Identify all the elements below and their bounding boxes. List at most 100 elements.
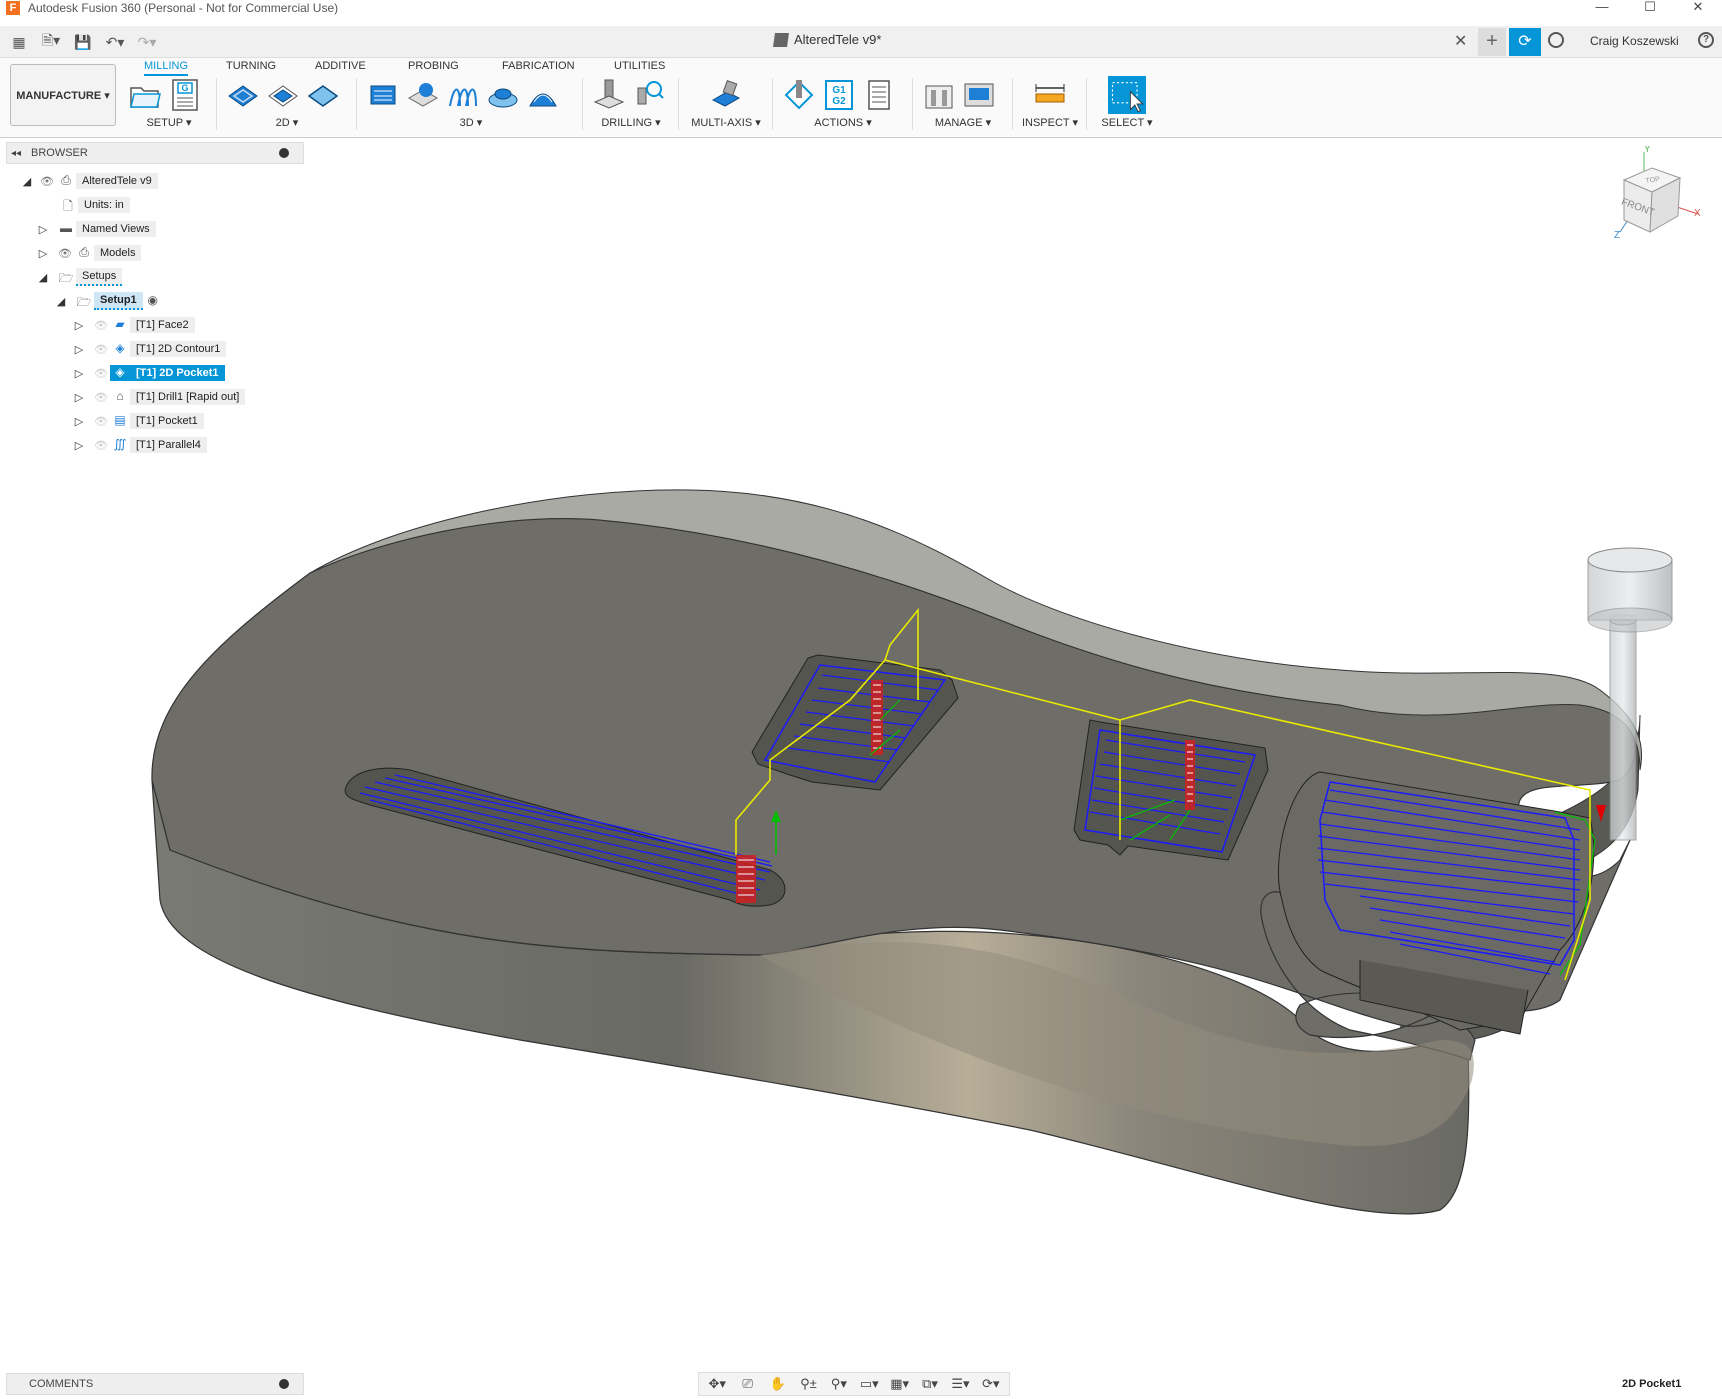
actions-group-label[interactable]: ACTIONS ▾: [778, 116, 908, 129]
tab-turning[interactable]: TURNING: [226, 60, 276, 72]
save-icon[interactable]: 💾: [70, 34, 96, 51]
3d-contour-icon[interactable]: [486, 78, 520, 112]
select-group-label[interactable]: SELECT ▾: [1092, 116, 1162, 129]
minimize-button[interactable]: —: [1578, 0, 1626, 16]
grid-settings-icon[interactable]: ▦▾: [887, 1376, 911, 1392]
user-account-name[interactable]: Craig Koszewski: [1590, 34, 1679, 48]
refresh-icon[interactable]: ⟳▾: [979, 1376, 1003, 1392]
browser-options-icon[interactable]: [279, 148, 289, 158]
viewports-icon[interactable]: ⧉▾: [918, 1376, 942, 1392]
tree-node-models[interactable]: ▷ 👁 ⎙ Models: [36, 243, 142, 263]
orbit-icon[interactable]: ✥▾: [705, 1376, 729, 1392]
expand-arrow-icon[interactable]: ◢: [20, 175, 34, 188]
3d-adaptive-icon[interactable]: [366, 78, 400, 112]
tree-node-named-views[interactable]: ▷ ▬ Named Views: [36, 219, 156, 239]
tab-milling[interactable]: MILLING: [144, 60, 189, 76]
zoom-window-icon[interactable]: ⚲▾: [827, 1376, 851, 1392]
tree-node-pocket1[interactable]: ▷ 👁 ▤ [T1] Pocket1: [72, 411, 204, 431]
tree-node-parallel4[interactable]: ▷ 👁 ∭ [T1] Parallel4: [72, 435, 207, 455]
machine-library-icon[interactable]: [962, 78, 996, 112]
2d-pocket-icon[interactable]: [266, 78, 300, 112]
look-at-icon[interactable]: ⎚: [735, 1376, 759, 1392]
3d-pocket-icon[interactable]: [406, 78, 440, 112]
post-process-icon[interactable]: G1G2: [822, 78, 856, 112]
help-icon[interactable]: ?: [1698, 32, 1714, 48]
add-comment-icon[interactable]: [279, 1379, 289, 1389]
zoom-icon[interactable]: ⚲±: [796, 1376, 820, 1392]
tree-node-drill1[interactable]: ▷ 👁 ⌂ [T1] Drill1 [Rapid out]: [72, 387, 246, 407]
close-tab-button[interactable]: ✕: [1454, 31, 1467, 51]
new-tab-button[interactable]: +: [1478, 28, 1506, 56]
setup-folder-icon[interactable]: [128, 78, 162, 112]
visibility-eye-icon[interactable]: 👁: [92, 391, 110, 404]
drill-icon[interactable]: [592, 78, 626, 112]
tree-node-2d-contour1[interactable]: ▷ 👁 ◈ [T1] 2D Contour1: [72, 339, 227, 359]
tab-fabrication[interactable]: FABRICATION: [502, 60, 575, 72]
expand-arrow-icon[interactable]: ▷: [72, 319, 86, 332]
hole-recognition-icon[interactable]: [632, 78, 666, 112]
2d-adaptive-icon[interactable]: [226, 78, 260, 112]
expand-arrow-icon[interactable]: ▷: [36, 223, 50, 236]
view-cube[interactable]: Y X Z TOP FRONT: [1600, 146, 1700, 246]
visibility-eye-icon[interactable]: 👁: [92, 319, 110, 332]
visibility-eye-icon[interactable]: 👁: [92, 439, 110, 452]
3d-viewport[interactable]: [0, 140, 1722, 1365]
display-settings-icon[interactable]: ▭▾: [857, 1376, 881, 1392]
visibility-eye-icon[interactable]: 👁: [38, 175, 56, 188]
clock-icon[interactable]: [1548, 32, 1564, 48]
setup-group-label[interactable]: SETUP ▾: [124, 116, 214, 129]
multi-axis-icon[interactable]: [709, 78, 743, 112]
tab-utilities[interactable]: UTILITIES: [614, 60, 665, 72]
file-menu-icon[interactable]: 🗎▾: [38, 30, 64, 54]
2d-group-label[interactable]: 2D ▾: [222, 116, 352, 129]
inspect-group-label[interactable]: INSPECT ▾: [1018, 116, 1082, 129]
select-icon[interactable]: [1108, 76, 1146, 114]
tab-additive[interactable]: ADDITIVE: [315, 60, 366, 72]
expand-arrow-icon[interactable]: ▷: [72, 439, 86, 452]
job-status-sync-icon[interactable]: ⟳: [1509, 28, 1541, 56]
multi-axis-group-label[interactable]: MULTI-AXIS ▾: [684, 116, 768, 129]
visibility-eye-icon[interactable]: 👁: [92, 343, 110, 356]
redo-icon[interactable]: ↷▾: [134, 34, 160, 51]
visual-style-icon[interactable]: ☰▾: [948, 1376, 972, 1392]
expand-arrow-icon[interactable]: ▷: [72, 343, 86, 356]
3d-parallel-icon[interactable]: [446, 78, 480, 112]
data-panel-grid-icon[interactable]: ▦: [6, 34, 32, 51]
2d-contour-icon[interactable]: [306, 78, 340, 112]
nc-program-icon[interactable]: G: [168, 78, 202, 112]
active-setup-target-icon[interactable]: ◉: [143, 293, 163, 309]
expand-arrow-icon[interactable]: ◢: [54, 295, 68, 308]
expand-arrow-icon[interactable]: ▷: [72, 367, 86, 380]
3d-group-label[interactable]: 3D ▾: [362, 116, 580, 129]
expand-arrow-icon[interactable]: ◢: [36, 271, 50, 284]
tool-library-icon[interactable]: [922, 78, 956, 112]
3d-scallop-icon[interactable]: [526, 78, 560, 112]
workspace-switcher[interactable]: MANUFACTURE ▾: [10, 64, 116, 126]
manage-group-label[interactable]: MANAGE ▾: [918, 116, 1008, 129]
drilling-group-label[interactable]: DRILLING ▾: [588, 116, 674, 129]
undo-icon[interactable]: ↶▾: [102, 34, 128, 51]
maximize-button[interactable]: ☐: [1626, 0, 1674, 16]
visibility-eye-icon[interactable]: 👁: [92, 415, 110, 428]
visibility-eye-icon[interactable]: 👁: [92, 367, 110, 380]
tree-node-units[interactable]: 🗋 Units: in: [58, 195, 130, 215]
setup-sheet-icon[interactable]: [862, 78, 896, 112]
tab-probing[interactable]: PROBING: [408, 60, 459, 72]
expand-arrow-icon[interactable]: ▷: [72, 415, 86, 428]
tree-node-face2[interactable]: ▷ 👁 ▰ [T1] Face2: [72, 315, 195, 335]
measure-icon[interactable]: [1033, 78, 1067, 112]
document-tab[interactable]: AlteredTele v9*: [773, 32, 881, 47]
browser-panel-header[interactable]: ◂◂ BROWSER: [6, 142, 304, 164]
tree-node-2d-pocket1[interactable]: ▷ 👁 ◈ [T1] 2D Pocket1: [72, 363, 225, 383]
comments-panel-header[interactable]: COMMENTS: [6, 1373, 304, 1395]
collapse-panel-icon[interactable]: ◂◂: [7, 148, 25, 159]
tree-node-document[interactable]: ◢ 👁 ⎙ AlteredTele v9: [20, 171, 158, 191]
tree-node-setups[interactable]: ◢ 🗁 Setups: [36, 267, 123, 287]
tree-node-setup1[interactable]: ◢ 🗁 Setup1 ◉: [54, 291, 163, 311]
expand-arrow-icon[interactable]: ▷: [72, 391, 86, 404]
pan-icon[interactable]: ✋: [766, 1376, 790, 1392]
visibility-eye-icon[interactable]: 👁: [56, 247, 74, 260]
close-window-button[interactable]: ✕: [1674, 0, 1722, 16]
simulate-icon[interactable]: [782, 78, 816, 112]
expand-arrow-icon[interactable]: ▷: [36, 247, 50, 260]
